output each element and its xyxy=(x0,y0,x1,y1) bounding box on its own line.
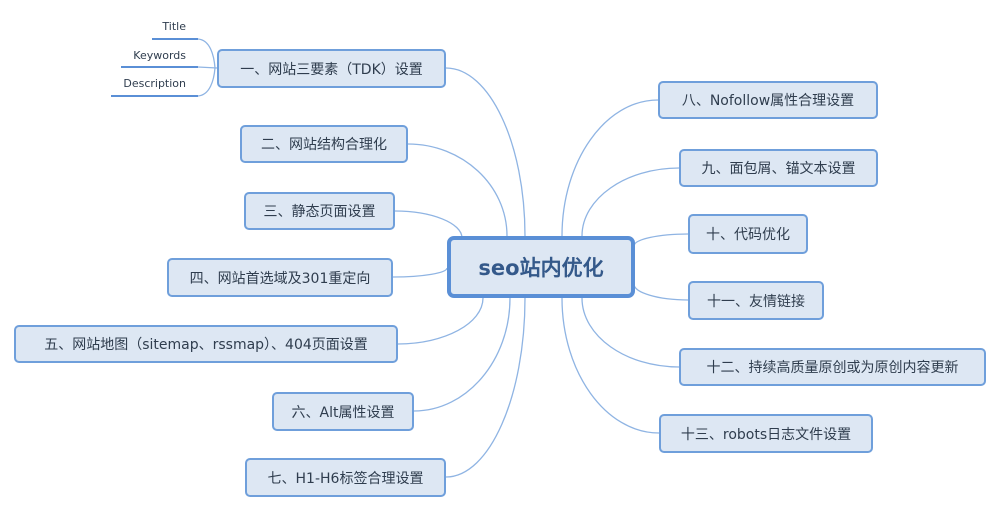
subtopic-description-underline xyxy=(111,95,198,97)
root-topic-label: seo站内优化 xyxy=(478,256,604,280)
topic-label: 十、代码优化 xyxy=(706,227,790,243)
topic-label: 十二、持续高质量原创或为原创内容更新 xyxy=(706,360,959,376)
topic-label: 五、网站地图（sitemap、rssmap）、404页面设置 xyxy=(44,337,368,353)
topic-label: 九、面包屑、锚文本设置 xyxy=(701,161,856,177)
connector-left-7 xyxy=(445,297,526,478)
connector-left-1 xyxy=(445,67,526,237)
connector-right-5 xyxy=(581,297,680,368)
connector-left-5 xyxy=(397,297,484,345)
topic-preferred-domain[interactable]: 四、网站首选域及301重定向 xyxy=(167,258,393,297)
topic-label: 四、网站首选域及301重定向 xyxy=(189,270,371,287)
topic-friend-links[interactable]: 十一、友情链接 xyxy=(688,281,824,320)
connector-left-3 xyxy=(394,210,463,239)
topic-site-structure[interactable]: 二、网站结构合理化 xyxy=(240,125,408,163)
topic-sitemap[interactable]: 五、网站地图（sitemap、rssmap）、404页面设置 xyxy=(14,325,398,363)
connector-right-1 xyxy=(561,99,659,237)
topic-breadcrumb-anchor[interactable]: 九、面包屑、锚文本设置 xyxy=(679,149,878,187)
subtopic-title[interactable]: Title xyxy=(162,20,186,33)
topic-alt-attribute[interactable]: 六、Alt属性设置 xyxy=(272,392,414,431)
connector-right-3 xyxy=(633,233,689,247)
connector-left-2 xyxy=(407,143,508,237)
topic-label: 七、H1-H6标签合理设置 xyxy=(267,470,424,487)
connector-right-4 xyxy=(633,283,689,301)
topic-label: 八、Nofollow属性合理设置 xyxy=(681,93,855,109)
topic-label: 十一、友情链接 xyxy=(707,293,805,310)
connector-sub-title xyxy=(197,38,216,69)
topic-label: 一、网站三要素（TDK）设置 xyxy=(240,61,423,78)
topic-label: 六、Alt属性设置 xyxy=(291,404,395,421)
subtopic-description[interactable]: Description xyxy=(123,77,186,90)
topic-heading-tags[interactable]: 七、H1-H6标签合理设置 xyxy=(245,458,446,497)
topic-robots[interactable]: 十三、robots日志文件设置 xyxy=(659,414,873,453)
topic-tdk[interactable]: 一、网站三要素（TDK）设置 xyxy=(217,49,446,88)
topic-label: 二、网站结构合理化 xyxy=(261,137,387,153)
connector-right-2 xyxy=(581,167,680,237)
subtopic-keywords[interactable]: Keywords xyxy=(133,49,186,62)
connector-right-6 xyxy=(561,297,660,434)
connector-left-6 xyxy=(413,297,511,412)
connector-sub-description xyxy=(197,67,216,97)
topic-label: 十三、robots日志文件设置 xyxy=(680,426,852,443)
topic-nofollow[interactable]: 八、Nofollow属性合理设置 xyxy=(658,81,878,119)
topic-label: 三、静态页面设置 xyxy=(263,204,376,220)
connector-sub-keywords xyxy=(197,66,218,69)
topic-code-optimization[interactable]: 十、代码优化 xyxy=(688,214,808,254)
topic-original-content[interactable]: 十二、持续高质量原创或为原创内容更新 xyxy=(679,348,986,386)
subtopic-keywords-underline xyxy=(121,66,198,68)
connector-left-4 xyxy=(392,267,448,278)
topic-static-pages[interactable]: 三、静态页面设置 xyxy=(244,192,395,230)
subtopic-title-underline xyxy=(152,38,198,40)
root-topic[interactable]: seo站内优化 xyxy=(447,236,635,298)
